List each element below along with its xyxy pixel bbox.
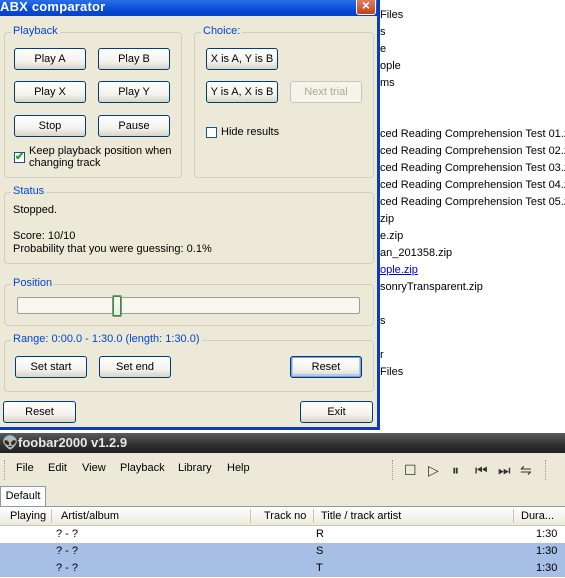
previous-icon[interactable]: ⏮ <box>475 462 488 479</box>
keep-position-label: Keep playback position when changing tra… <box>29 145 172 169</box>
set-start-button[interactable]: Set start <box>15 356 87 378</box>
title-cell: T <box>316 562 323 574</box>
artist-album-cell: ? - ? <box>56 545 79 557</box>
next-icon[interactable]: ⏭ <box>498 462 511 479</box>
file-list-item[interactable]: an_201358.zip <box>380 245 452 261</box>
playlist-header: Playing Artist/album Track no Title / tr… <box>0 507 565 526</box>
random-icon[interactable]: ⇋ <box>520 462 532 479</box>
hide-results-checkbox[interactable] <box>206 127 217 138</box>
duration-cell: 1:30 <box>536 528 558 540</box>
window-title: ABX comparator <box>0 0 106 14</box>
playlist-view: Playing Artist/album Track no Title / tr… <box>0 507 565 578</box>
y-is-a-button[interactable]: Y is A, X is B <box>206 81 278 103</box>
table-row[interactable]: ? - ? R 1:30 <box>0 526 565 543</box>
playback-group-label: Playback <box>11 25 60 37</box>
duration-cell: 1:30 <box>536 545 558 557</box>
play-a-button[interactable]: Play A <box>14 48 86 70</box>
column-artist-album[interactable]: Artist/album <box>61 510 119 522</box>
menu-library[interactable]: Library <box>178 462 212 474</box>
status-state: Stopped. <box>13 204 58 216</box>
file-list-item[interactable]: ople.zip <box>380 262 418 278</box>
column-divider[interactable] <box>250 509 251 523</box>
pause-icon[interactable]: ⏸ <box>452 462 459 479</box>
foobar-title: foobar2000 v1.2.9 <box>18 435 128 450</box>
file-list-item[interactable]: ced Reading Comprehension Test 04.z <box>380 177 565 193</box>
keep-position-checkbox[interactable]: ✔ <box>14 151 25 163</box>
menu-help[interactable]: Help <box>227 462 250 474</box>
file-list-item[interactable]: ced Reading Comprehension Test 03.z <box>380 160 565 176</box>
column-duration[interactable]: Dura... <box>521 510 554 522</box>
choice-group-label: Choice: <box>201 25 243 37</box>
title-bar[interactable]: ABX comparator × <box>0 0 377 16</box>
column-playing[interactable]: Playing <box>10 510 46 522</box>
reset-button[interactable]: Reset <box>3 401 76 423</box>
position-group-label: Position <box>11 277 55 289</box>
file-list-item[interactable]: e <box>380 41 386 57</box>
title-cell: S <box>316 545 324 557</box>
close-button[interactable]: × <box>356 0 376 15</box>
play-y-button[interactable]: Play Y <box>98 81 170 103</box>
table-row[interactable]: ? - ? T 1:30 <box>0 560 565 577</box>
toolbar-grip <box>545 460 549 480</box>
play-x-button[interactable]: Play X <box>14 81 86 103</box>
set-end-button[interactable]: Set end <box>99 356 171 378</box>
stop-icon[interactable]: ☐ <box>404 462 417 479</box>
file-list-item[interactable]: ced Reading Comprehension Test 05.z <box>380 194 565 210</box>
status-group-label: Status <box>11 185 47 197</box>
file-list-item[interactable]: Files <box>380 7 403 23</box>
playlist-tabs: Default <box>0 484 565 507</box>
checkmark-icon: ✔ <box>15 151 25 163</box>
play-b-button[interactable]: Play B <box>98 48 170 70</box>
file-list-item[interactable]: ms <box>380 75 395 91</box>
exit-button[interactable]: Exit <box>300 401 373 423</box>
range-reset-button[interactable]: Reset <box>290 356 362 378</box>
file-list-item[interactable]: s <box>380 313 386 329</box>
column-divider[interactable] <box>313 509 314 523</box>
x-is-a-button[interactable]: X is A, Y is B <box>206 48 278 70</box>
range-group-label: Range: 0:00.0 - 1:30.0 (length: 1:30.0) <box>11 333 202 345</box>
file-list-item[interactable]: ople <box>380 58 401 74</box>
play-icon[interactable]: ▷ <box>428 462 439 479</box>
artist-album-cell: ? - ? <box>56 528 79 540</box>
background-file-list: Files s e ople ms ced Reading Comprehension T… <box>380 0 565 446</box>
tab-default[interactable]: Default <box>0 486 46 506</box>
menu-view[interactable]: View <box>82 462 106 474</box>
column-divider[interactable] <box>51 509 52 523</box>
menu-file[interactable]: File <box>16 462 34 474</box>
toolbar-grip <box>392 460 396 480</box>
score-text: Score: 10/10 <box>13 230 76 242</box>
file-list-item[interactable]: s <box>380 24 386 40</box>
abx-comparator-dialog: ABX comparator × Playback Play A Play B … <box>0 0 380 430</box>
hide-results-label: Hide results <box>221 126 280 138</box>
column-track-no[interactable]: Track no <box>264 510 306 522</box>
foobar-logo-icon: 👽 <box>2 435 19 450</box>
file-list-item[interactable]: e.zip <box>380 228 403 244</box>
slider-thumb[interactable] <box>111 295 122 317</box>
table-row[interactable]: ? - ? S 1:30 <box>0 543 565 560</box>
file-list-item[interactable]: ced Reading Comprehension Test 01.z <box>380 126 565 142</box>
column-divider[interactable] <box>513 509 514 523</box>
probability-text: Probability that you were guessing: 0.1% <box>13 243 212 255</box>
menu-edit[interactable]: Edit <box>48 462 67 474</box>
next-trial-button[interactable]: Next trial <box>290 81 362 103</box>
pause-button[interactable]: Pause <box>98 115 170 137</box>
foobar-title-bar[interactable]: 👽 foobar2000 v1.2.9 <box>0 433 565 453</box>
stop-button[interactable]: Stop <box>14 115 86 137</box>
position-slider[interactable] <box>17 295 360 317</box>
file-list-item[interactable]: Files <box>380 364 403 380</box>
duration-cell: 1:30 <box>536 562 558 574</box>
file-list-item[interactable]: zip <box>380 211 394 227</box>
foobar-window: 👽 foobar2000 v1.2.9 File Edit View Playb… <box>0 433 565 578</box>
title-cell: R <box>316 528 324 540</box>
menu-bar: File Edit View Playback Library Help ☐ ▷… <box>0 456 565 484</box>
file-list-item[interactable]: r <box>380 347 384 363</box>
artist-album-cell: ? - ? <box>56 562 79 574</box>
file-list-item[interactable]: ced Reading Comprehension Test 02.z <box>380 143 565 159</box>
column-title[interactable]: Title / track artist <box>321 510 401 522</box>
toolbar-grip <box>4 460 8 480</box>
menu-playback[interactable]: Playback <box>120 462 165 474</box>
file-list-item[interactable]: sonryTransparent.zip <box>380 279 483 295</box>
